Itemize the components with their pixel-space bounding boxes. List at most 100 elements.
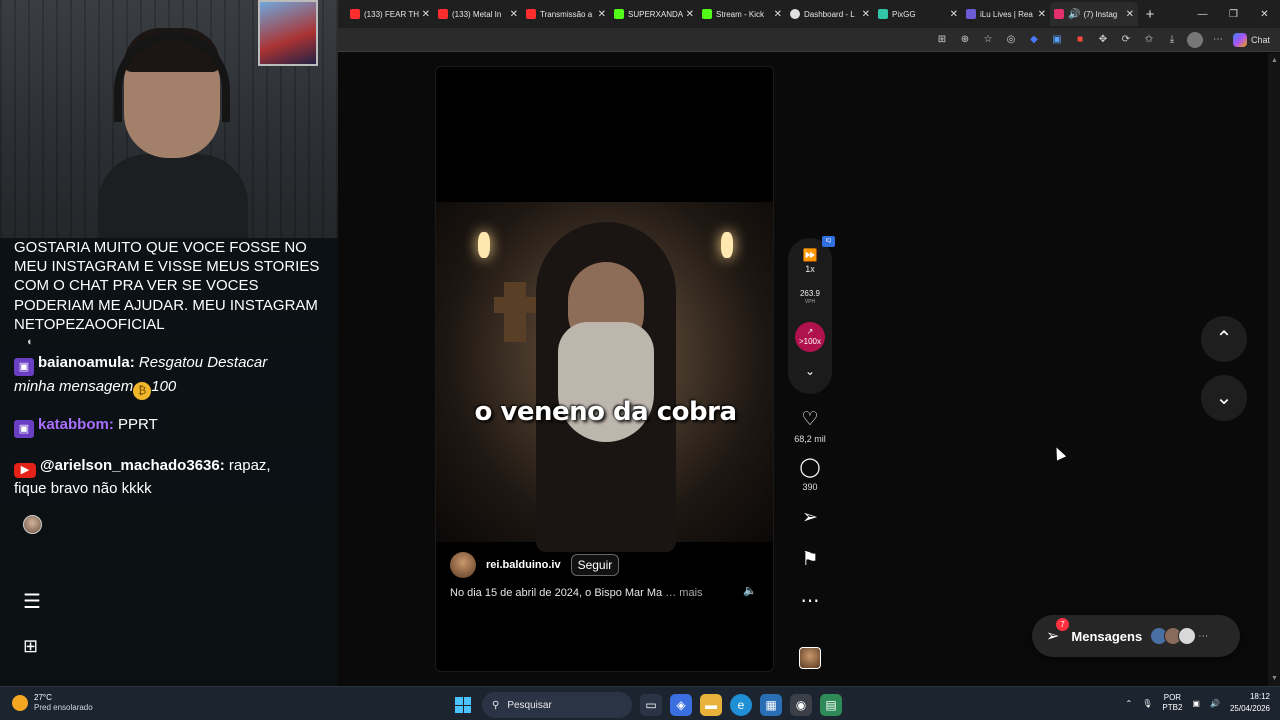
restore-icon[interactable]: ❐ xyxy=(1218,9,1249,20)
taskbar-search[interactable]: ⚲ Pesquisar xyxy=(482,692,632,718)
reel-actions: ♡ 68,2 mil ◯ 390 ➢ ⚑ ⋯ xyxy=(790,408,830,614)
clock[interactable]: 18:12 25/04/2026 xyxy=(1230,691,1270,715)
close-icon[interactable]: ✕ xyxy=(510,9,518,20)
previous-reel-button[interactable]: ⌃ xyxy=(1201,316,1247,362)
kick-icon xyxy=(614,9,624,19)
audio-thumbnail[interactable] xyxy=(799,647,821,669)
task-view-icon[interactable]: ▭ xyxy=(640,694,662,716)
download-icon[interactable]: ⤓ xyxy=(1164,32,1180,48)
tab-transmissao[interactable]: Transmissão a ✕ xyxy=(522,2,610,26)
chevron-up-icon[interactable]: ⌃ xyxy=(1126,699,1133,708)
video-caption: o veneno da cobra xyxy=(474,397,737,427)
close-icon[interactable]: ✕ xyxy=(1126,9,1134,20)
copilot-icon[interactable]: ◈ xyxy=(670,694,692,716)
close-window-icon[interactable]: ✕ xyxy=(1249,9,1280,20)
author-avatar[interactable] xyxy=(450,552,476,578)
globe-icon xyxy=(790,9,800,19)
zoom-icon[interactable]: ⊕ xyxy=(957,32,973,48)
more-link[interactable]: … mais xyxy=(665,587,702,599)
tab-superxanda[interactable]: SUPERXANDA ✕ xyxy=(610,2,698,26)
minimize-icon[interactable]: — xyxy=(1187,9,1218,20)
more-menu-icon[interactable]: ⋯ xyxy=(1210,32,1226,48)
edge-icon[interactable]: e xyxy=(730,694,752,716)
favorites-icon[interactable]: ✩ xyxy=(1141,32,1157,48)
sync-icon[interactable]: ⟳ xyxy=(1118,32,1134,48)
volume-icon[interactable]: 🔈 xyxy=(741,582,759,600)
scroll-down-icon[interactable]: ▼ xyxy=(1271,675,1278,682)
heart-icon[interactable]: ♡ xyxy=(790,408,830,432)
favorite-star-icon[interactable]: ☆ xyxy=(980,32,996,48)
playback-rate[interactable]: 1x xyxy=(788,264,832,274)
network-icon[interactable]: ▣ xyxy=(1192,699,1200,708)
webcam-feed xyxy=(0,0,338,238)
shield-extension-icon[interactable]: ◆ xyxy=(1026,32,1042,48)
weather-widget[interactable]: 27°C Pred ensolarado xyxy=(12,693,93,713)
new-tab-button[interactable]: + xyxy=(1138,6,1162,23)
chevron-up-icon: ⌃ xyxy=(1215,328,1233,350)
youtube-icon xyxy=(350,9,360,19)
chevron-down-icon[interactable]: ⌄ xyxy=(788,364,832,378)
red-extension-icon[interactable]: ■ xyxy=(1072,32,1088,48)
microphone-icon[interactable]: 🎙 xyxy=(1142,699,1152,708)
profile-avatar-icon[interactable] xyxy=(1186,32,1203,48)
apps-grid-icon[interactable]: ⊞ xyxy=(23,636,38,657)
language-indicator[interactable]: POR PTB2 xyxy=(1162,693,1182,713)
volume-icon[interactable]: 🔊 xyxy=(1210,699,1220,708)
puzzle-icon[interactable]: ✥ xyxy=(1095,32,1111,48)
more-action[interactable]: ⋯ xyxy=(790,590,830,614)
close-icon[interactable]: ✕ xyxy=(598,9,606,20)
reel-author: rei.balduino.iv Seguir xyxy=(450,552,620,578)
comment-action[interactable]: ◯ 390 xyxy=(790,456,830,492)
comment-icon[interactable]: ◯ xyxy=(790,456,830,480)
youtube-icon xyxy=(438,9,448,19)
reel-video[interactable]: o veneno da cobra rei.balduino.iv Seguir… xyxy=(435,66,774,672)
scroll-up-icon[interactable]: ▲ xyxy=(1271,57,1278,64)
file-explorer-icon[interactable]: ▬ xyxy=(700,694,722,716)
speaker-icon[interactable]: 🔊 xyxy=(1068,9,1080,20)
hamburger-menu-icon[interactable]: ☰ xyxy=(23,589,41,614)
pixgg-icon xyxy=(878,9,888,19)
youtube-icon xyxy=(526,9,536,19)
close-icon[interactable]: ✕ xyxy=(774,9,782,20)
fast-forward-icon[interactable]: ⏩ xyxy=(788,248,832,262)
vph-stat: 263.9 VPH xyxy=(799,289,821,306)
tab-fear[interactable]: (133) FEAR TH ✕ xyxy=(346,2,434,26)
page-scrollbar[interactable]: ▲ ▼ xyxy=(1268,53,1280,686)
app-available-icon[interactable]: ⊞ xyxy=(934,32,950,48)
author-username[interactable]: rei.balduino.iv xyxy=(486,559,561,571)
obs-icon[interactable]: ◉ xyxy=(790,694,812,716)
follow-button[interactable]: Seguir xyxy=(570,554,620,576)
browser-toolbar: ⊞ ⊕ ☆ ◎ ◆ ▣ ■ ✥ ⟳ ✩ ⤓ ⋯ Chat xyxy=(338,28,1280,52)
close-icon[interactable]: ✕ xyxy=(686,9,694,20)
close-icon[interactable]: ✕ xyxy=(1038,9,1046,20)
tab-dashboard[interactable]: Dashboard - L ✕ xyxy=(786,2,874,26)
translate-icon[interactable]: ▣ xyxy=(1049,32,1065,48)
cross-bar xyxy=(494,297,536,313)
screen: (133) FEAR TH ✕ (133) Metal In ✕ Transmiss… xyxy=(0,0,1280,720)
photos-icon[interactable]: ▦ xyxy=(760,694,782,716)
like-action[interactable]: ♡ 68,2 mil xyxy=(790,408,830,444)
more-options-icon[interactable]: ⋯ xyxy=(790,590,830,614)
trend-up-icon: ↗ xyxy=(806,327,814,336)
tab-instagram[interactable]: 🔊 (7) Instag ✕ xyxy=(1050,2,1138,26)
next-reel-button[interactable]: ⌄ xyxy=(1201,375,1247,421)
reel-description: No dia 15 de abril de 2024, o Bispo Mar … xyxy=(450,587,703,599)
close-icon[interactable]: ✕ xyxy=(950,9,958,20)
share-action[interactable]: ➢ xyxy=(790,506,830,530)
tab-ilu-lives[interactable]: iLu Lives | Rea ✕ xyxy=(962,2,1050,26)
more-icon: ⋯ xyxy=(1198,630,1209,642)
close-icon[interactable]: ✕ xyxy=(862,9,870,20)
save-action[interactable]: ⚑ xyxy=(790,548,830,572)
bookmark-icon[interactable]: ⚑ xyxy=(790,548,830,572)
trending-button[interactable]: ↗ >100x xyxy=(795,322,825,352)
close-icon[interactable]: ✕ xyxy=(422,9,430,20)
app-icon[interactable]: ▤ xyxy=(820,694,842,716)
send-icon[interactable]: ➢ xyxy=(790,506,830,530)
tab-pixgg[interactable]: PixGG ✕ xyxy=(874,2,962,26)
tab-stream-kick[interactable]: Stream - Kick ✕ xyxy=(698,2,786,26)
copilot-chat-button[interactable]: Chat xyxy=(1232,33,1276,47)
start-button[interactable] xyxy=(452,694,474,716)
tab-metal[interactable]: (133) Metal In ✕ xyxy=(434,2,522,26)
extension-icon[interactable]: ◎ xyxy=(1003,32,1019,48)
messages-button[interactable]: ➢ 7 Mensagens ⋯ xyxy=(1032,615,1240,657)
